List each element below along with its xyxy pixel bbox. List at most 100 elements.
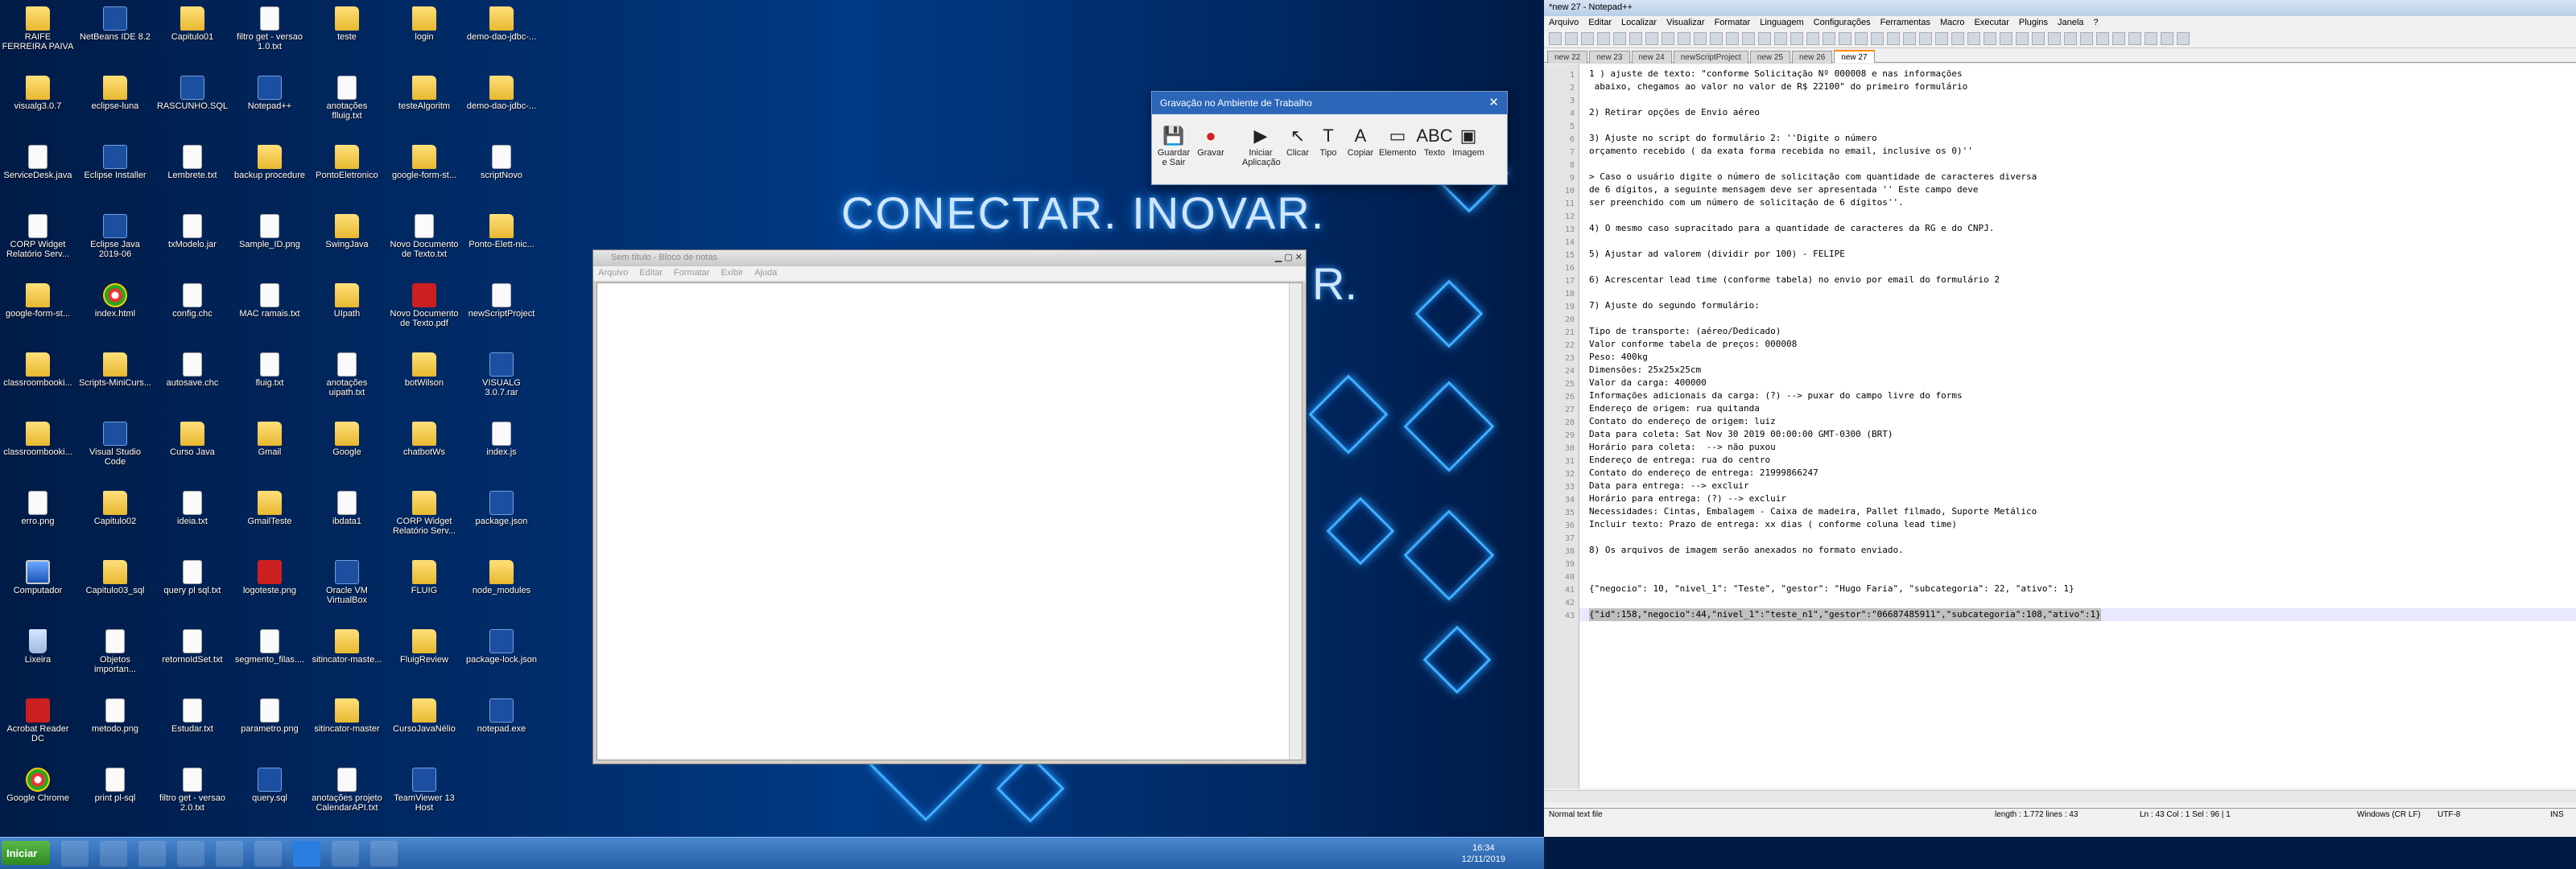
media-icon[interactable] xyxy=(138,841,166,867)
window-controls[interactable]: ▁ ▢ ✕ xyxy=(1275,252,1302,262)
toolbar-button-icon[interactable] xyxy=(1694,32,1707,45)
desktop-icon[interactable]: Ponto-Elett-nic... xyxy=(465,211,538,280)
tab[interactable]: new 24 xyxy=(1631,51,1672,64)
desktop-icon[interactable]: teste xyxy=(311,3,383,72)
desktop-icon[interactable]: Scripts-MiniCurs... xyxy=(79,349,151,418)
desktop-icon[interactable]: Computador xyxy=(2,557,74,626)
desktop-icon[interactable]: Capitulo03_sql xyxy=(79,557,151,626)
desktop-icon[interactable]: SwingJava xyxy=(311,211,383,280)
toolbar-button-icon[interactable] xyxy=(2177,32,2190,45)
desktop-icon[interactable]: Novo Documento de Texto.txt xyxy=(388,211,460,280)
menu-item[interactable]: Arquivo xyxy=(598,268,628,278)
desktop-icon[interactable]: demo-dao-jdbc-... xyxy=(465,3,538,72)
toolbar-button-icon[interactable] xyxy=(1967,32,1980,45)
toolbar-button-icon[interactable] xyxy=(1887,32,1900,45)
toolbar-button-icon[interactable] xyxy=(1645,32,1658,45)
toolbar-button-icon[interactable] xyxy=(2080,32,2093,45)
toolbar-button-icon[interactable] xyxy=(1742,32,1755,45)
desktop-icon[interactable]: erro.png xyxy=(2,488,74,557)
desktop-icon[interactable]: Eclipse Java 2019-06 xyxy=(79,211,151,280)
toolbar-button-icon[interactable] xyxy=(1565,32,1578,45)
toolbar-button-icon[interactable] xyxy=(1935,32,1948,45)
tab[interactable]: new 25 xyxy=(1749,51,1791,64)
toolbar-button-icon[interactable] xyxy=(1871,32,1884,45)
desktop-icon[interactable]: newScriptProject xyxy=(465,280,538,349)
toolbar-button-icon[interactable] xyxy=(2112,32,2125,45)
npp-titlebar[interactable]: *new 27 - Notepad++ xyxy=(1544,0,2576,16)
desktop-icon[interactable]: classroombooki... xyxy=(2,418,74,488)
recorder-button[interactable]: ▣ Imagem xyxy=(1450,124,1487,158)
notepadpp-icon[interactable] xyxy=(332,841,359,867)
menu-item[interactable]: Arquivo xyxy=(1549,18,1579,27)
desktop-icon[interactable]: NetBeans IDE 8.2 xyxy=(79,3,151,72)
desktop-icon[interactable]: testeAlgoritm xyxy=(388,72,460,142)
close-icon[interactable]: ✕ xyxy=(1488,95,1499,109)
toolbar-button-icon[interactable] xyxy=(1984,32,1996,45)
desktop-icon[interactable]: query.sql xyxy=(233,764,306,834)
toolbar-button-icon[interactable] xyxy=(2016,32,2029,45)
menu-item[interactable]: Plugins xyxy=(2019,18,2048,27)
toolbar-button-icon[interactable] xyxy=(1629,32,1642,45)
toolbar-button-icon[interactable] xyxy=(2064,32,2077,45)
menu-item[interactable]: Macro xyxy=(1940,18,1965,27)
toolbar-button-icon[interactable] xyxy=(1662,32,1674,45)
desktop-icon[interactable]: GmailTeste xyxy=(233,488,306,557)
desktop-icon[interactable]: Sample_ID.png xyxy=(233,211,306,280)
notepad-titlebar[interactable]: Sem título - Bloco de notas ▁ ▢ ✕ xyxy=(593,250,1306,266)
desktop-icon[interactable]: RASCUNHO.SQL xyxy=(156,72,229,142)
toolbar-button-icon[interactable] xyxy=(1613,32,1626,45)
desktop-icon[interactable]: Google xyxy=(311,418,383,488)
desktop-icon[interactable]: Lixeira xyxy=(2,626,74,695)
toolbar-button-icon[interactable] xyxy=(1774,32,1787,45)
desktop-icon[interactable]: Objetos importan... xyxy=(79,626,151,695)
desktop-icon[interactable]: UIpath xyxy=(311,280,383,349)
toolbar-button-icon[interactable] xyxy=(1549,32,1562,45)
desktop-icon[interactable]: google-form-st... xyxy=(388,142,460,211)
ie-icon[interactable] xyxy=(61,841,89,867)
vertical-scrollbar[interactable] xyxy=(1289,283,1302,760)
desktop-icon[interactable]: demo-dao-jdbc-... xyxy=(465,72,538,142)
desktop-icon[interactable]: anotações uipath.txt xyxy=(311,349,383,418)
desktop-icon[interactable]: segmento_filas.... xyxy=(233,626,306,695)
desktop-icon[interactable]: VISUALG 3.0.7.rar xyxy=(465,349,538,418)
desktop-icon[interactable]: Acrobat Reader DC xyxy=(2,695,74,764)
toolbar-button-icon[interactable] xyxy=(2000,32,2013,45)
menu-item[interactable]: Linguagem xyxy=(1760,18,1803,27)
toolbar-button-icon[interactable] xyxy=(2128,32,2141,45)
desktop-icon[interactable]: anotações projeto CalendarAPI.txt xyxy=(311,764,383,834)
desktop-icon[interactable]: sitincator-master xyxy=(311,695,383,764)
desktop-icon[interactable]: Lembrete.txt xyxy=(156,142,229,211)
desktop-icon[interactable]: config.chc xyxy=(156,280,229,349)
tab[interactable]: new 26 xyxy=(1792,51,1833,64)
tab[interactable]: new 22 xyxy=(1547,51,1588,64)
desktop-icon[interactable]: visualg3.0.7 xyxy=(2,72,74,142)
notepad-text-area[interactable] xyxy=(597,282,1302,760)
desktop-icon[interactable]: print pl-sql xyxy=(79,764,151,834)
desktop-icon[interactable]: classroombooki... xyxy=(2,349,74,418)
recorder-button[interactable]: A Copiar xyxy=(1342,124,1379,158)
desktop-icon[interactable]: Curso Java xyxy=(156,418,229,488)
desktop-icon[interactable]: TeamViewer 13 Host xyxy=(388,764,460,834)
desktop-icon[interactable]: txModelo.jar xyxy=(156,211,229,280)
desktop-icon[interactable]: fluig.txt xyxy=(233,349,306,418)
desktop-icon[interactable]: Notepad++ xyxy=(233,72,306,142)
clock[interactable]: 16:34 12/11/2019 xyxy=(1462,842,1505,865)
window-icon[interactable] xyxy=(370,841,398,867)
desktop-icon[interactable]: Visual Studio Code xyxy=(79,418,151,488)
toolbar-button-icon[interactable] xyxy=(1710,32,1723,45)
desktop-icon[interactable]: ibdata1 xyxy=(311,488,383,557)
desktop-icon[interactable]: ServiceDesk.java xyxy=(2,142,74,211)
toolbar-button-icon[interactable] xyxy=(1581,32,1594,45)
uipath-icon[interactable] xyxy=(293,841,320,867)
desktop-icon[interactable]: backup procedure xyxy=(233,142,306,211)
menu-item[interactable]: Ferramentas xyxy=(1880,18,1930,27)
recorder-button[interactable]: ● Gravar xyxy=(1192,124,1229,158)
explorer-icon[interactable] xyxy=(100,841,127,867)
desktop-icon[interactable]: node_modules xyxy=(465,557,538,626)
desktop-icon[interactable]: PontoEletronico xyxy=(311,142,383,211)
tab[interactable]: new 27 xyxy=(1834,50,1875,63)
tab[interactable]: new 23 xyxy=(1589,51,1630,64)
menu-item[interactable]: Janela xyxy=(2058,18,2083,27)
desktop-icon[interactable]: autosave.chc xyxy=(156,349,229,418)
recorder-button[interactable]: ABC Texto xyxy=(1416,124,1453,158)
